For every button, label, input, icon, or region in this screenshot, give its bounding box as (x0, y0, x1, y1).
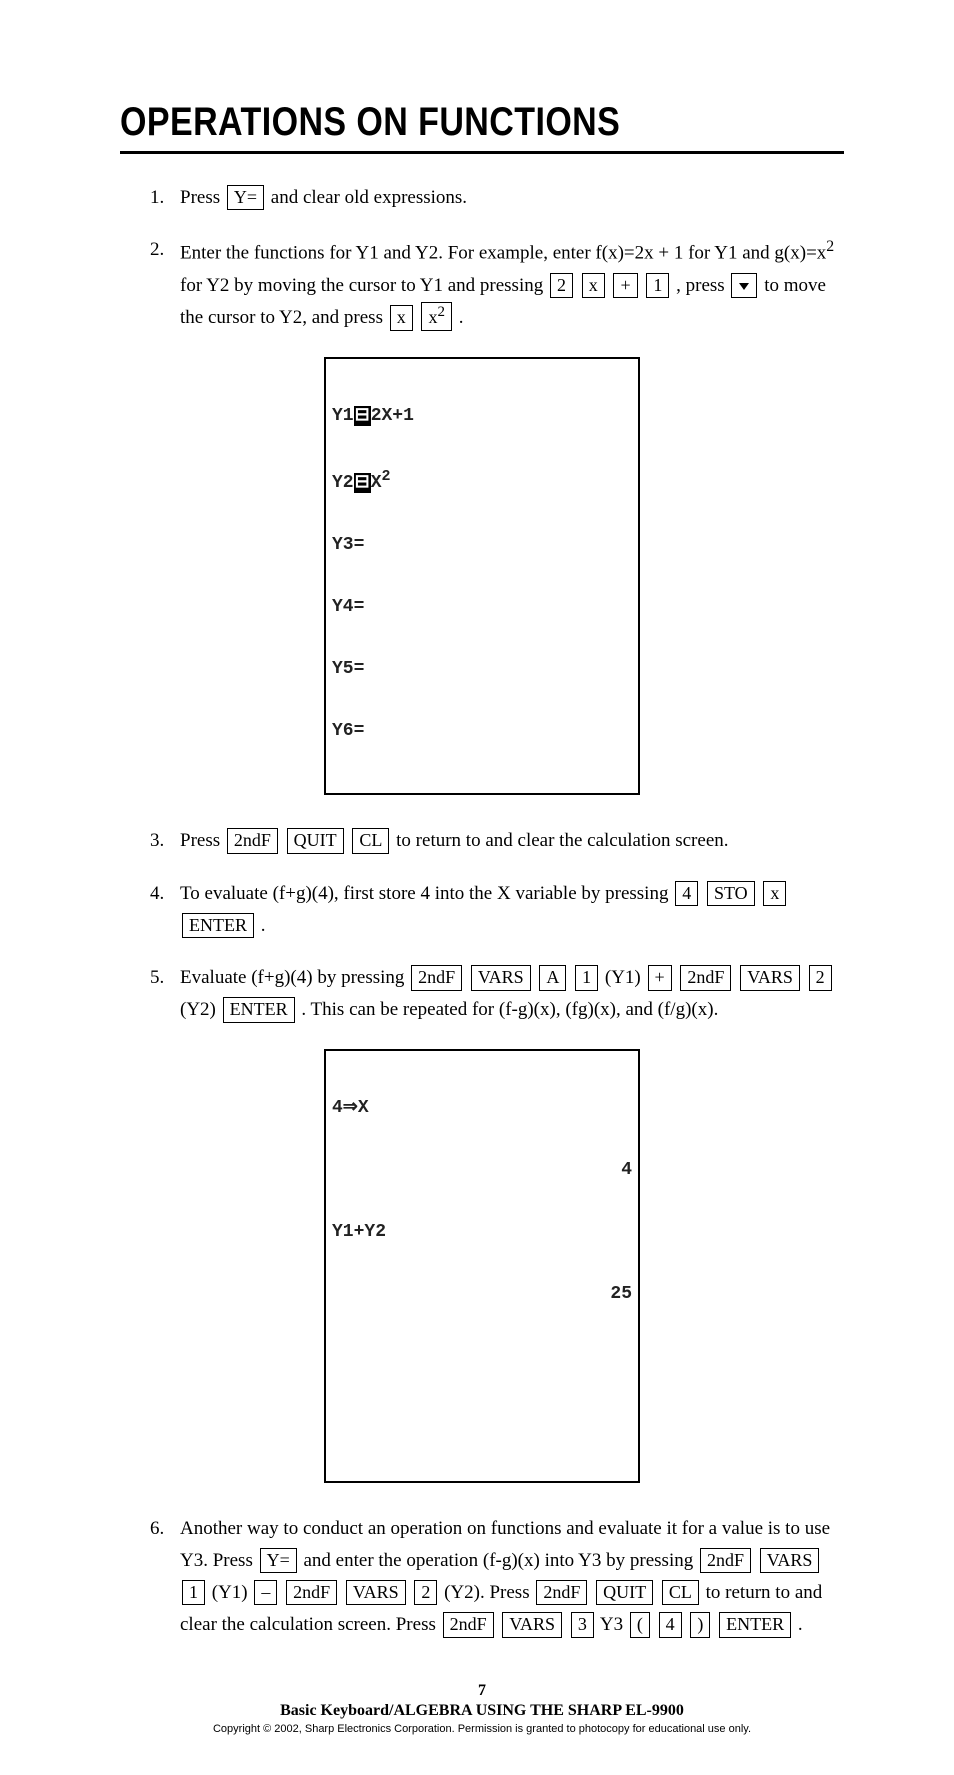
calculator-screen-1: Y1⊟2X+1 Y2⊟X2 Y3= Y4= Y5= Y6= (324, 357, 640, 796)
step-num: 1. (150, 182, 180, 214)
key-4: 4 (675, 881, 698, 906)
page-title: OPERATIONS ON FUNCTIONS (120, 100, 735, 145)
text: Press (180, 830, 225, 851)
book-title: Basic Keyboard/ALGEBRA USING THE SHARP E… (120, 1702, 844, 1720)
step-4: 4. To evaluate (f+g)(4), first store 4 i… (150, 878, 844, 943)
step-3: 3. Press 2ndF QUIT CL to return to and c… (150, 825, 844, 857)
key-x: x (390, 305, 413, 330)
key-plus: + (648, 965, 672, 990)
key-1: 1 (182, 1580, 205, 1605)
copyright: Copyright © 2002, Sharp Electronics Corp… (120, 1723, 844, 1735)
key-x: x (582, 273, 605, 298)
key-2ndf: 2ndF (411, 965, 462, 990)
text: for Y2 by moving the cursor to Y1 and pr… (180, 275, 548, 296)
key-close-paren: ) (690, 1612, 710, 1637)
key-enter: ENTER (223, 997, 295, 1022)
key-2ndf: 2ndF (443, 1612, 494, 1637)
step-1: 1. Press Y= and clear old expressions. (150, 182, 844, 214)
text: . This can be repeated for (f-g)(x), (fg… (301, 999, 718, 1020)
key-y-equals: Y= (260, 1548, 297, 1573)
key-2ndf: 2ndF (700, 1548, 751, 1573)
text: (Y1) (605, 967, 646, 988)
page-number: 7 (120, 1682, 844, 1700)
step-num: 2. (150, 234, 180, 334)
step-2: 2. Enter the functions for Y1 and Y2. Fo… (150, 234, 844, 334)
step-num: 5. (150, 962, 180, 1027)
key-open-paren: ( (630, 1612, 650, 1637)
key-x: x (763, 881, 786, 906)
key-2ndf: 2ndF (286, 1580, 337, 1605)
step-num: 6. (150, 1513, 180, 1642)
text: To evaluate (f+g)(4), first store 4 into… (180, 883, 673, 904)
text: to return to and clear the calculation s… (396, 830, 728, 851)
key-1: 1 (575, 965, 598, 990)
key-minus: – (254, 1580, 277, 1605)
text: . (798, 1614, 803, 1635)
step-5: 5. Evaluate (f+g)(4) by pressing 2ndF VA… (150, 962, 844, 1027)
key-sto: STO (707, 881, 755, 906)
key-vars: VARS (346, 1580, 406, 1605)
key-arrow-down (731, 273, 757, 298)
step-num: 3. (150, 825, 180, 857)
text: , press (676, 275, 729, 296)
key-vars: VARS (760, 1548, 820, 1573)
key-quit: QUIT (596, 1580, 653, 1605)
text: Enter the functions for Y1 and Y2. For e… (180, 243, 826, 264)
key-2: 2 (809, 965, 832, 990)
text: and enter the operation (f-g)(x) into Y3… (304, 1550, 698, 1571)
key-enter: ENTER (719, 1612, 791, 1637)
key-vars: VARS (502, 1612, 562, 1637)
key-2: 2 (550, 273, 573, 298)
key-enter: ENTER (182, 913, 254, 938)
calculator-screen-2: 4⇒X 4 Y1+Y2 25 (324, 1049, 640, 1483)
key-4: 4 (659, 1612, 682, 1637)
key-quit: QUIT (287, 828, 344, 853)
step-6: 6. Another way to conduct an operation o… (150, 1513, 844, 1642)
title-rule (120, 151, 844, 154)
key-vars: VARS (740, 965, 800, 990)
text: . (459, 307, 464, 328)
step-num: 4. (150, 878, 180, 943)
key-2ndf: 2ndF (680, 965, 731, 990)
key-2ndf: 2ndF (227, 828, 278, 853)
text: Y3 (600, 1614, 628, 1635)
superscript: 2 (826, 238, 834, 255)
text: (Y1) (212, 1582, 253, 1603)
key-1: 1 (646, 273, 669, 298)
key-x-squared: x2 (421, 302, 452, 330)
text: (Y2) (180, 999, 221, 1020)
text: . (261, 915, 266, 936)
key-cl: CL (662, 1580, 699, 1605)
text: Evaluate (f+g)(4) by pressing (180, 967, 409, 988)
key-cl: CL (352, 828, 389, 853)
key-3: 3 (571, 1612, 594, 1637)
text: (Y2). Press (444, 1582, 534, 1603)
text: and clear old expressions. (271, 187, 467, 208)
key-vars: VARS (471, 965, 531, 990)
key-y-equals: Y= (227, 185, 264, 210)
key-a: A (539, 965, 566, 990)
page-footer: 7 Basic Keyboard/ALGEBRA USING THE SHARP… (120, 1682, 844, 1735)
text: Press (180, 187, 225, 208)
key-plus: + (613, 273, 637, 298)
key-2: 2 (414, 1580, 437, 1605)
key-2ndf: 2ndF (536, 1580, 587, 1605)
